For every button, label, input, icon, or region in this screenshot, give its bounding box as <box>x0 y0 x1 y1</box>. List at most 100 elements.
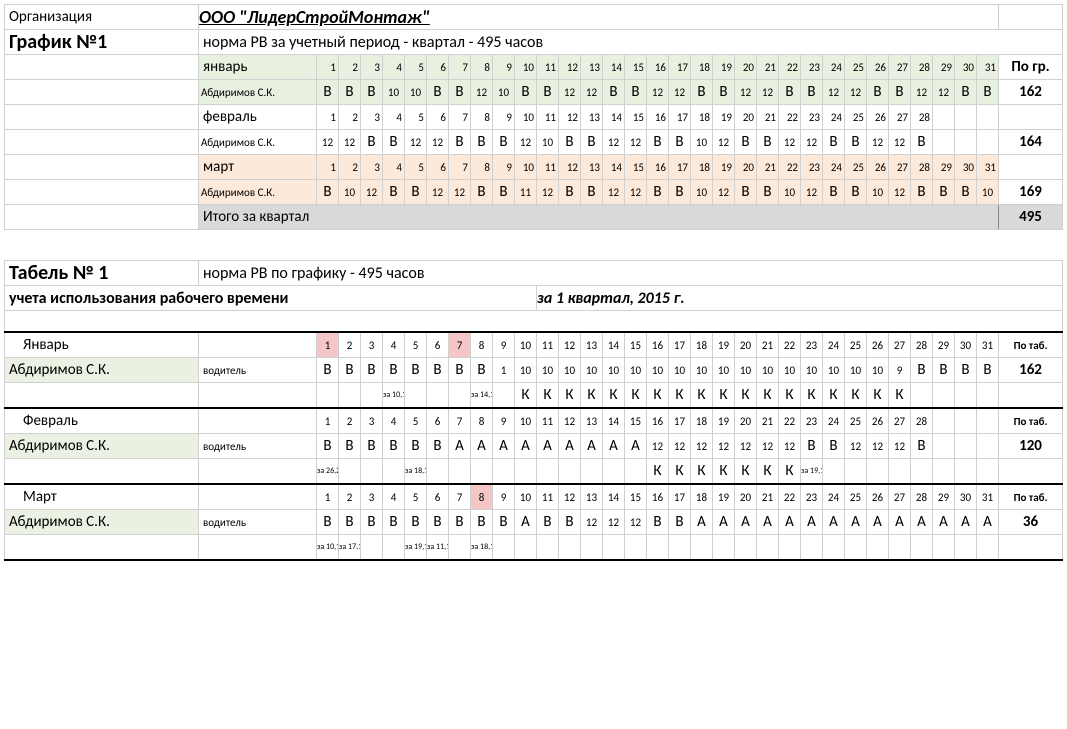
tabel-cell: В <box>427 510 449 535</box>
tabel-title: Табель № 1 <box>5 261 199 286</box>
tabel-corr-cell: К <box>713 383 735 409</box>
schedule-cell: В <box>911 130 933 155</box>
employee-name: Абдиримов С.К. <box>199 180 317 205</box>
tabel-day-number: 7 <box>449 484 471 510</box>
day-number: 8 <box>471 155 493 180</box>
tabel-corr-cell: за 11,13 <box>427 535 449 561</box>
tabel-day-number: 30 <box>955 332 977 358</box>
schedule-cell: В <box>317 180 339 205</box>
schedule-cell: 12 <box>889 130 911 155</box>
tabel-corr-cell <box>515 535 537 561</box>
tabel-corr-cell <box>647 535 669 561</box>
day-number: 14 <box>603 155 625 180</box>
tabel-cell: А <box>691 510 713 535</box>
tabel-month-header: Март <box>5 484 199 510</box>
day-number: 15 <box>625 155 647 180</box>
day-number: 19 <box>713 55 735 80</box>
tabel-cell: 10 <box>691 358 713 383</box>
day-number: 12 <box>559 105 581 130</box>
tabel-cell: 10 <box>713 358 735 383</box>
tabel-corr-cell <box>911 459 933 485</box>
tabel-month-total: 162 <box>999 358 1063 383</box>
tabel-day-number: 10 <box>515 484 537 510</box>
tabel-corr-cell <box>867 535 889 561</box>
day-number: 4 <box>383 155 405 180</box>
tabel-corr-cell <box>977 535 999 561</box>
day-number: 18 <box>691 55 713 80</box>
tabel-day-number: 28 <box>911 408 933 434</box>
schedule-cell: 12 <box>317 130 339 155</box>
tabel-corr-cell <box>515 459 537 485</box>
day-number: 16 <box>647 55 669 80</box>
tabel-month-total: 120 <box>999 434 1063 459</box>
tabel-month-header: Февраль <box>5 408 199 434</box>
tabel-day-number: 31 <box>977 332 999 358</box>
day-number: 28 <box>911 105 933 130</box>
schedule-cell: 12 <box>581 80 603 105</box>
tabel-corr-cell: за 18,13 <box>471 535 493 561</box>
tabel-corr-cell <box>977 383 999 409</box>
day-number: 12 <box>559 55 581 80</box>
tabel-cell: 12 <box>691 434 713 459</box>
day-number: 30 <box>955 55 977 80</box>
tabel-cell: А <box>713 510 735 535</box>
schedule-cell: В <box>603 80 625 105</box>
day-number: 13 <box>581 55 603 80</box>
schedule-cell: 12 <box>867 130 889 155</box>
tabel-corr-cell <box>625 459 647 485</box>
day-number: 20 <box>735 55 757 80</box>
tabel-day-number <box>933 408 955 434</box>
tabel-day-number: 7 <box>449 332 471 358</box>
tabel-corr-cell: К <box>581 383 603 409</box>
tabel-day-number: 21 <box>757 408 779 434</box>
tabel-corr-cell <box>713 535 735 561</box>
schedule-cell <box>977 130 999 155</box>
tabel-corr-cell: К <box>669 383 691 409</box>
tabel-cell: В <box>427 358 449 383</box>
tabel-cell <box>933 434 955 459</box>
tabel-cell: 10 <box>669 358 691 383</box>
schedule-cell: В <box>361 130 383 155</box>
schedule-cell: 10 <box>691 130 713 155</box>
tabel-cell: 12 <box>889 434 911 459</box>
month-header: январь <box>199 55 317 80</box>
day-number: 26 <box>867 105 889 130</box>
tabel-cell: В <box>449 510 471 535</box>
tabel-cell: А <box>823 510 845 535</box>
tabel-day-number: 11 <box>537 332 559 358</box>
tabel-corr-cell <box>339 459 361 485</box>
day-number: 6 <box>427 55 449 80</box>
tabel-day-number: 1 <box>317 332 339 358</box>
tabel-day-number: 12 <box>559 332 581 358</box>
tabel-corr-cell: К <box>515 383 537 409</box>
tabel-cell: 10 <box>757 358 779 383</box>
tabel-day-number: 7 <box>449 408 471 434</box>
day-number: 28 <box>911 55 933 80</box>
tabel-cell: А <box>757 510 779 535</box>
tabel-cell: А <box>933 510 955 535</box>
tabel-corr-cell <box>581 535 603 561</box>
tabel-corr-cell <box>691 535 713 561</box>
tabel-day-number: 24 <box>823 332 845 358</box>
schedule-month-total: 169 <box>999 180 1063 205</box>
day-number: 21 <box>757 155 779 180</box>
tabel-day-number: 25 <box>845 408 867 434</box>
tabel-corr-cell: за 10,11.01 <box>383 383 405 409</box>
schedule-cell: В <box>383 130 405 155</box>
tabel-cell: 10 <box>625 358 647 383</box>
tabel-cell: 10 <box>515 358 537 383</box>
schedule-cell: 12 <box>757 80 779 105</box>
tabel-corr-cell: К <box>603 383 625 409</box>
schedule-cell: В <box>383 180 405 205</box>
day-number: 8 <box>471 105 493 130</box>
schedule-cell: В <box>559 180 581 205</box>
tabel-corr-cell <box>493 459 515 485</box>
schedule-cell: В <box>845 180 867 205</box>
day-number: 2 <box>339 155 361 180</box>
tabel-cell: В <box>361 434 383 459</box>
tabel-day-number: 20 <box>735 332 757 358</box>
tabel-cell: В <box>361 358 383 383</box>
tabel-day-number: 8 <box>471 332 493 358</box>
tabel-corr-cell <box>757 535 779 561</box>
day-number: 29 <box>933 155 955 180</box>
